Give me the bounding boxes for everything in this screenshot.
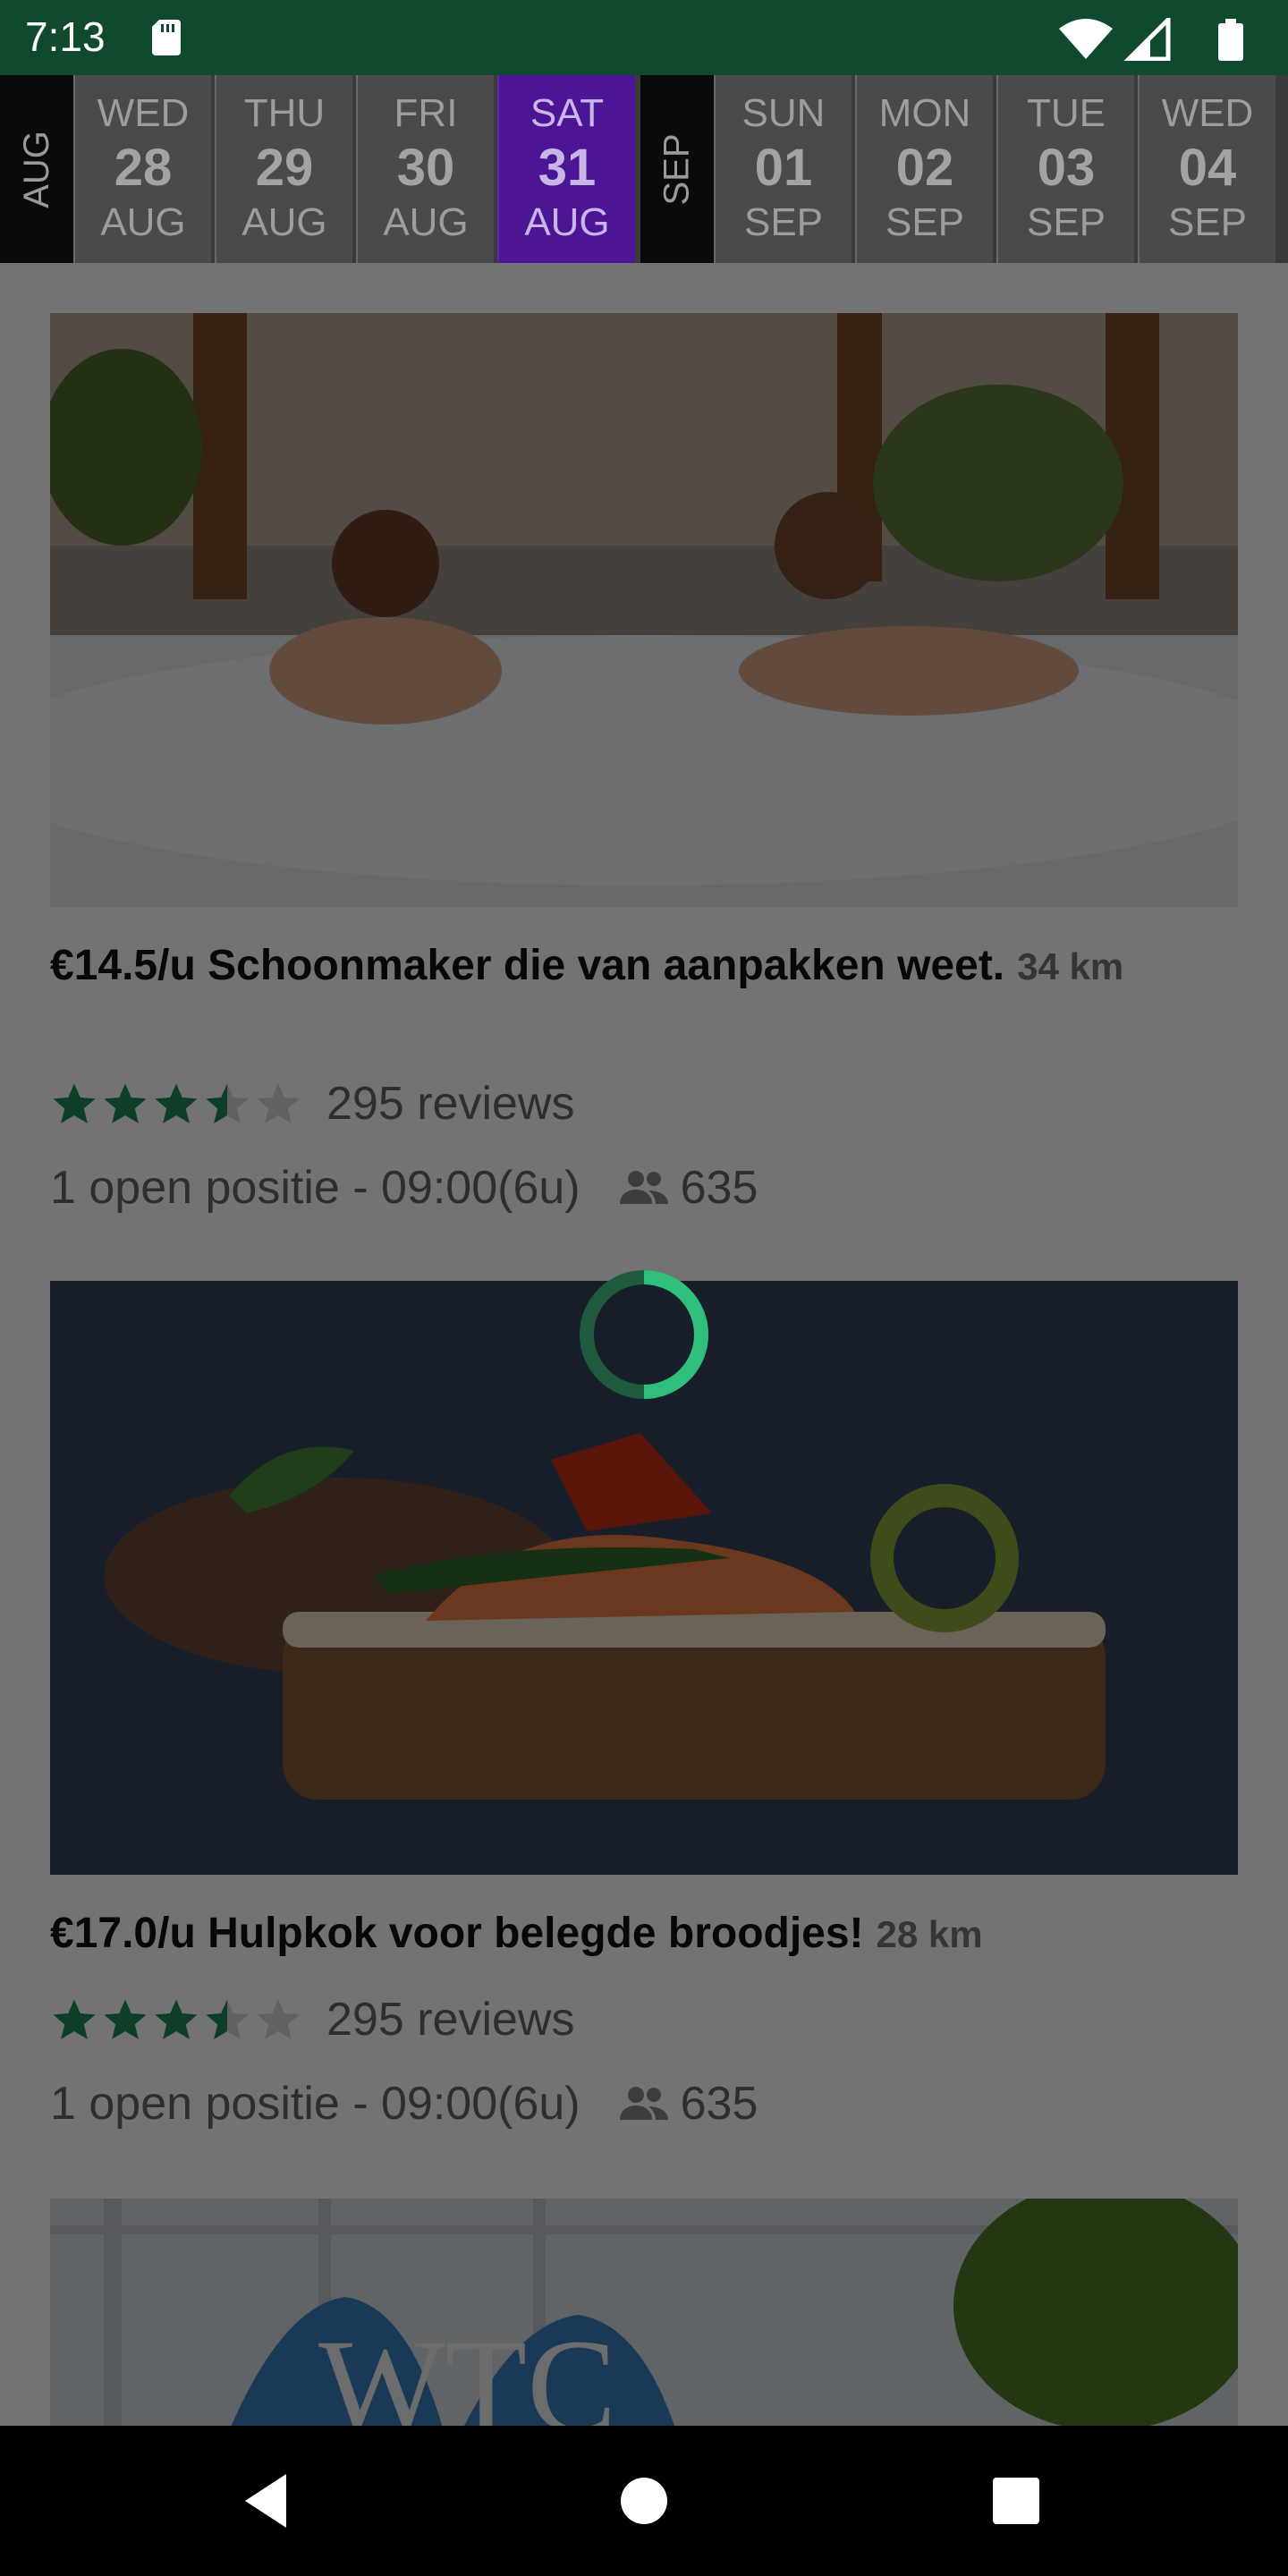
star-full-icon xyxy=(53,1083,96,1123)
job-image-hot-tub[interactable] xyxy=(50,313,1238,907)
month-divider-sep: SEP xyxy=(640,75,714,263)
navigation-bar xyxy=(0,2426,1288,2576)
job-title[interactable]: €17.0/u Hulpkok voor belegde broodjes! 28… xyxy=(50,1907,1238,1962)
day-thu-29[interactable]: THU 29 AUG xyxy=(215,75,352,263)
star-full-icon xyxy=(104,1083,147,1123)
day-sat-31-selected[interactable]: SAT 31 AUG xyxy=(497,75,635,263)
day-fri-30[interactable]: FRI 30 AUG xyxy=(356,75,494,263)
star-empty-icon xyxy=(257,1999,300,2039)
star-full-icon xyxy=(53,1999,96,2039)
day-tue-03[interactable]: TUE 03 SEP xyxy=(996,75,1134,263)
day-wed-28[interactable]: WED 28 AUG xyxy=(73,75,211,263)
recents-icon[interactable] xyxy=(977,2462,1055,2540)
star-empty-icon xyxy=(257,1083,300,1123)
applicant-count: 635 xyxy=(680,2078,758,2130)
open-positions: 1 open positie - 09:00(6u) xyxy=(50,2078,580,2130)
svg-text:WTC: WTC xyxy=(318,2312,616,2426)
month-divider-aug: AUG xyxy=(0,75,73,263)
wifi-icon xyxy=(1059,19,1113,59)
job-meta: 1 open positie - 09:00(6u) 635 xyxy=(50,1161,758,1215)
job-meta: 1 open positie - 09:00(6u) 635 xyxy=(50,2077,758,2131)
home-icon[interactable] xyxy=(605,2462,683,2540)
sd-card-icon xyxy=(152,20,181,55)
review-count: 295 reviews xyxy=(326,1994,575,2046)
people-icon xyxy=(619,1171,668,1204)
applicant-count: 635 xyxy=(680,1162,758,1214)
battery-icon xyxy=(1218,19,1243,61)
job-title[interactable]: €14.5/u Schoonmaker die van aanpakken we… xyxy=(50,939,1238,994)
review-count: 295 reviews xyxy=(326,1078,575,1130)
open-positions: 1 open positie - 09:00(6u) xyxy=(50,1162,580,1214)
signal-icon xyxy=(1123,18,1171,61)
rating-stars: 295 reviews xyxy=(50,1077,574,1131)
day-sun-01[interactable]: SUN 01 SEP xyxy=(714,75,852,263)
job-distance: 28 km xyxy=(876,1913,983,1955)
clock: 7:13 xyxy=(25,13,106,60)
back-icon[interactable] xyxy=(229,2462,308,2540)
star-full-icon xyxy=(155,1999,198,2039)
star-full-icon xyxy=(155,1083,198,1123)
star-full-icon xyxy=(104,1999,147,2039)
people-icon xyxy=(619,2087,668,2120)
job-distance: 34 km xyxy=(1017,945,1124,987)
job-image-wtc[interactable]: WTC xyxy=(50,2199,1238,2426)
star-half-icon xyxy=(206,1083,249,1123)
day-mon-02[interactable]: MON 02 SEP xyxy=(855,75,993,263)
rating-stars: 295 reviews xyxy=(50,1993,574,2046)
date-selector-strip[interactable]: AUG WED 28 AUG THU 29 AUG FRI 30 AUG SAT… xyxy=(0,75,1288,263)
star-half-icon xyxy=(206,1999,249,2039)
loading-spinner-icon xyxy=(580,1270,708,1399)
day-wed-04[interactable]: WED 04 SEP xyxy=(1138,75,1275,263)
status-bar: 7:13 xyxy=(0,0,1288,75)
